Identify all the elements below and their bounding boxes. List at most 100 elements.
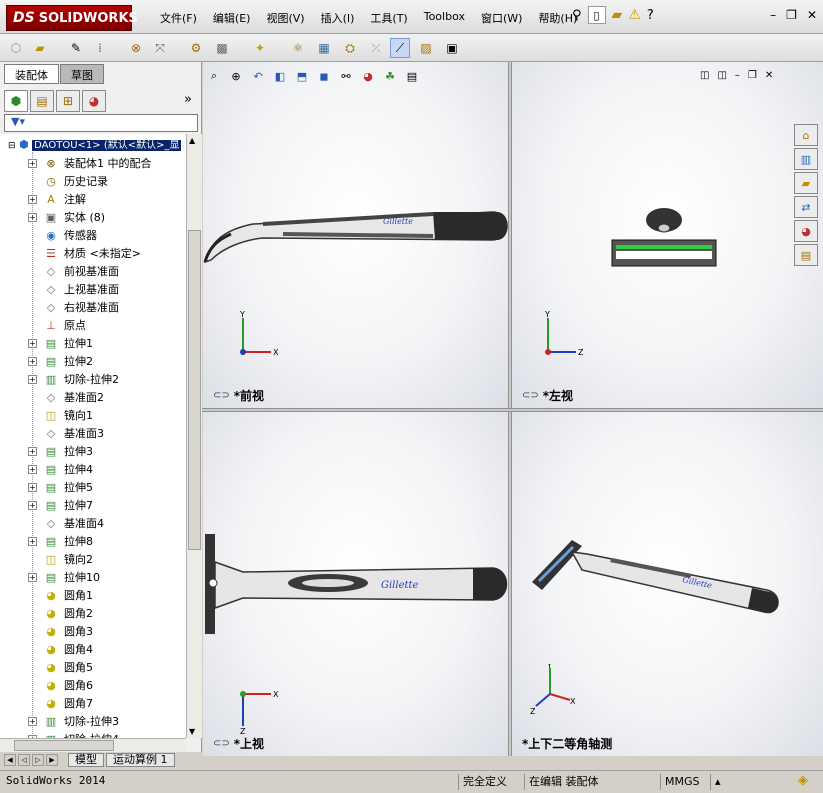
tab-model[interactable]: 模型	[68, 753, 104, 767]
scroll-thumb[interactable]	[188, 230, 201, 550]
paperclip-icon[interactable]: ✎	[66, 38, 86, 58]
view-palette-icon[interactable]: ⇄	[794, 196, 818, 218]
link-views-icon[interactable]: ◫	[700, 70, 709, 81]
assembly-features-icon[interactable]: ▩	[212, 38, 232, 58]
expand-chevron-icon[interactable]: »	[184, 92, 192, 107]
menu-view[interactable]: 视图(V)	[258, 10, 312, 26]
tree-item[interactable]: + ▤ 拉伸7	[0, 496, 93, 514]
new-part-icon[interactable]: ⬡	[6, 38, 26, 58]
tab-motion-study[interactable]: 运动算例 1	[106, 753, 175, 767]
expand-toggle-icon[interactable]: +	[28, 374, 37, 384]
status-units[interactable]: MMGS	[660, 774, 704, 790]
single-view-icon[interactable]: ◫	[717, 70, 726, 81]
tree-item[interactable]: + ▤ 拉伸10	[0, 568, 100, 586]
menu-insert[interactable]: 插入(I)	[313, 10, 363, 26]
tree-item[interactable]: ◕ 圆角2	[0, 604, 93, 622]
solidworks-resources-icon[interactable]: ⌂	[794, 124, 818, 146]
menu-edit[interactable]: 编辑(E)	[205, 10, 259, 26]
tree-item[interactable]: + ⊗ 装配体1 中的配合	[0, 154, 152, 172]
tree-item[interactable]: + ▣ 实体 (8)	[0, 208, 105, 226]
tree-item[interactable]: +▥切除-拉伸4	[0, 730, 119, 738]
tree-item[interactable]: ◕ 圆角3	[0, 622, 93, 640]
help-icon[interactable]: ?	[647, 8, 654, 23]
close-icon[interactable]: ✕	[807, 8, 817, 22]
tree-item[interactable]: ◕ 圆角5	[0, 658, 93, 676]
apply-scene-icon[interactable]: ☘	[382, 68, 398, 84]
viewport-splitter-horizontal[interactable]	[202, 408, 823, 412]
component-pattern-icon[interactable]: ⁞	[90, 38, 110, 58]
expand-toggle-icon[interactable]: +	[28, 536, 37, 546]
property-manager-icon[interactable]: ▤	[30, 90, 54, 112]
tree-item[interactable]: ◇ 基准面3	[0, 424, 104, 442]
expand-toggle-icon[interactable]: +	[28, 482, 37, 492]
custom-properties-icon[interactable]: ▤	[794, 244, 818, 266]
tag-icon[interactable]: ◈	[798, 773, 808, 788]
hscroll-thumb[interactable]	[14, 740, 114, 751]
bill-of-materials-icon[interactable]: ⚛	[288, 38, 308, 58]
zoom-to-fit-icon[interactable]: ⌕	[206, 68, 222, 84]
tree-item[interactable]: ◇ 右视基准面	[0, 298, 119, 316]
previous-view-icon[interactable]: ↶	[250, 68, 266, 84]
configuration-manager-icon[interactable]: ⊞	[56, 90, 80, 112]
tree-item[interactable]: ◕ 圆角7	[0, 694, 93, 712]
tree-vertical-scrollbar[interactable]: ▲ ▼	[186, 134, 202, 738]
exploded-view-icon[interactable]: ▦	[314, 38, 334, 58]
menu-file[interactable]: 文件(F)	[152, 10, 205, 26]
tree-item[interactable]: ◇ 上视基准面	[0, 280, 119, 298]
viewport-isometric[interactable]: Gillette Y X Z *上下二等角轴测	[512, 412, 823, 756]
solidworks-logo[interactable]: DS SOLIDWORKS	[6, 5, 138, 31]
minimize-icon[interactable]: –	[770, 8, 776, 22]
tree-item[interactable]: + ▤ 拉伸8	[0, 532, 93, 550]
menu-tools[interactable]: 工具(T)	[362, 10, 415, 26]
tree-root-toggle[interactable]: ⊟	[8, 141, 16, 151]
tree-horizontal-scrollbar[interactable]	[0, 738, 186, 752]
expand-toggle-icon[interactable]: +	[28, 716, 37, 726]
expand-toggle-icon[interactable]: +	[28, 194, 37, 204]
display-style-icon[interactable]: ◼	[316, 68, 332, 84]
view-orientation-icon[interactable]: ⬒	[294, 68, 310, 84]
prev-tab-icon[interactable]: ◁	[18, 754, 30, 766]
tree-item[interactable]: ◫ 镜向2	[0, 550, 93, 568]
expand-toggle-icon[interactable]: +	[28, 446, 37, 456]
tree-item[interactable]: ◕ 圆角6	[0, 676, 93, 694]
tree-item[interactable]: + A 注解	[0, 190, 86, 208]
expand-toggle-icon[interactable]: +	[28, 158, 37, 168]
tree-filter[interactable]: ▼▾	[4, 114, 198, 132]
tree-item[interactable]: ◇ 前视基准面	[0, 262, 119, 280]
tree-item[interactable]: ◇ 基准面4	[0, 514, 104, 532]
file-explorer-icon[interactable]: ▰	[794, 172, 818, 194]
design-library-icon[interactable]: ▥	[794, 148, 818, 170]
tree-item[interactable]: + ▤ 拉伸4	[0, 460, 93, 478]
warning-icon[interactable]: ⚠	[628, 7, 641, 23]
mate-icon[interactable]: ⊗	[126, 38, 146, 58]
menu-window[interactable]: 窗口(W)	[473, 10, 530, 26]
tab-sketch[interactable]: 草图	[60, 64, 104, 84]
tree-item[interactable]: + ▤ 拉伸1	[0, 334, 93, 352]
tree-item[interactable]: ⊥ 原点	[0, 316, 86, 334]
move-component-icon[interactable]: ⤧	[150, 38, 170, 58]
options-icon[interactable]: ▣	[442, 38, 462, 58]
appearances-icon[interactable]: ◕	[794, 220, 818, 242]
tree-item[interactable]: + ▥ 切除-拉伸3	[0, 712, 119, 730]
tab-assembly[interactable]: 装配体	[4, 64, 59, 84]
smart-fasteners-icon[interactable]: ⚙	[186, 38, 206, 58]
viewport-top[interactable]: Gillette Z X ⊂⊃ *上视	[203, 412, 508, 756]
expand-toggle-icon[interactable]: +	[28, 212, 37, 222]
tree-item[interactable]: ◇ 基准面2	[0, 388, 104, 406]
viewport-left[interactable]: Y Z ⊂⊃ *左视	[512, 62, 823, 408]
tree-item[interactable]: ◫ 镜向1	[0, 406, 93, 424]
pin-icon[interactable]: ⚲	[572, 8, 582, 23]
tree-item[interactable]: + ▤ 拉伸2	[0, 352, 93, 370]
next-tab-icon[interactable]: ▷	[32, 754, 44, 766]
vp-close-icon[interactable]: ✕	[765, 70, 773, 81]
restore-icon[interactable]: ❐	[786, 8, 797, 22]
menu-toolbox[interactable]: Toolbox	[416, 10, 473, 26]
viewport-front[interactable]: Gillette Y X ⊂⊃ *前视	[203, 62, 508, 408]
view-settings-icon[interactable]: ▤	[404, 68, 420, 84]
units-menu-icon[interactable]: ▴	[710, 774, 725, 790]
tree-item[interactable]: ☰ 材质 <未指定>	[0, 244, 141, 262]
last-tab-icon[interactable]: ▶	[46, 754, 58, 766]
first-tab-icon[interactable]: ◀	[4, 754, 16, 766]
reference-geometry-icon[interactable]: ✦	[250, 38, 270, 58]
tree-item[interactable]: + ▥ 切除-拉伸2	[0, 370, 119, 388]
